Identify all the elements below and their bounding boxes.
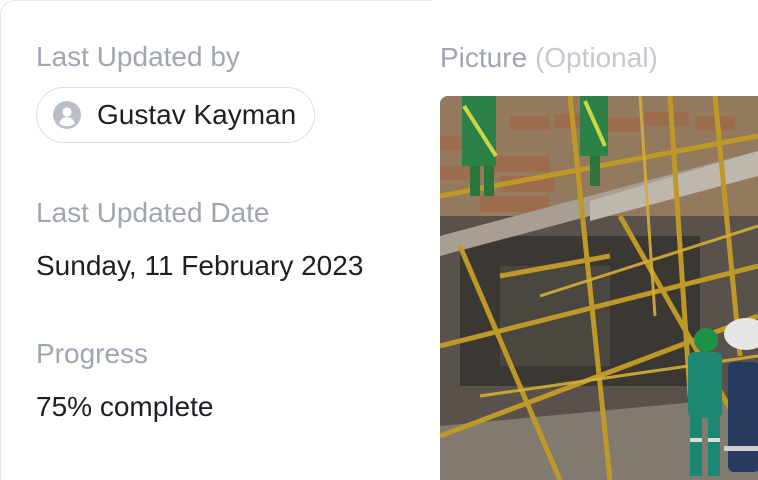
picture-label: Picture (Optional) [440,41,658,75]
progress-value: 75% complete [36,391,214,422]
last-updated-date-label: Last Updated Date [36,197,270,228]
details-card: Last Updated by Gustav Kayman Last Updat… [0,0,758,480]
picture-label-text: Picture [440,42,528,73]
last-updated-date-value: Sunday, 11 February 2023 [36,250,364,281]
progress-label: Progress [36,338,149,369]
last-updated-by-label: Last Updated by [36,41,240,72]
user-chip[interactable]: Gustav Kayman [36,87,316,143]
picture-optional-label: (Optional) [534,42,658,73]
user-avatar-icon [53,101,81,129]
user-name: Gustav Kayman [97,99,297,130]
construction-scaffolding-photo[interactable] [440,96,758,480]
